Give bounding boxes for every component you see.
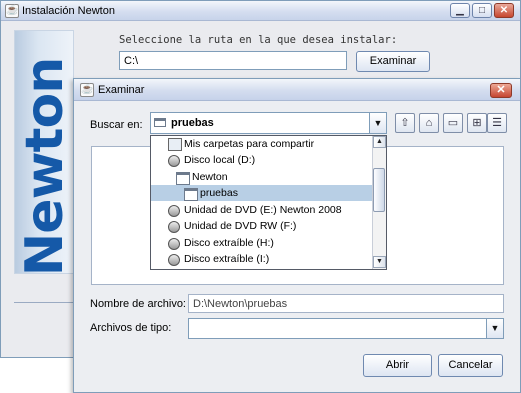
disk-icon [168, 254, 180, 266]
file-name-input[interactable] [188, 294, 504, 313]
java-cup-icon: ☕ [5, 4, 19, 18]
folder-icon [154, 118, 166, 127]
list-item-label: Disco extraíble (I:) [184, 253, 270, 265]
look-in-dropdown: Mis carpetas para compartir Disco local … [150, 135, 387, 270]
java-cup-icon: ☕ [80, 83, 94, 97]
disk-icon [168, 155, 180, 167]
look-in-value: pruebas [171, 117, 214, 129]
cancel-button[interactable]: Cancelar [438, 354, 503, 377]
dialog-title-bar[interactable]: ☕ Examinar ✕ [74, 79, 520, 101]
list-item-label: Unidad de DVD RW (F:) [184, 220, 297, 232]
install-path-prompt: Seleccione la ruta en la que desea insta… [119, 34, 398, 46]
dialog-title: Examinar [98, 84, 145, 96]
browse-dialog: ☕ Examinar ✕ Buscar en: pruebas ▼ ⇧ ⌂ ▭ … [73, 78, 521, 393]
list-item[interactable]: Unidad de DVD RW (F:) [151, 218, 372, 234]
scroll-down-icon[interactable]: ▼ [373, 256, 386, 268]
banner-logo-text: Newton [15, 57, 74, 274]
installer-title: Instalación Newton [22, 5, 115, 17]
list-item-label: Mis carpetas para compartir [184, 138, 315, 150]
file-type-label: Archivos de tipo: [90, 322, 172, 334]
maximize-icon[interactable]: □ [472, 3, 492, 18]
look-in-combo[interactable]: pruebas ▼ [150, 112, 387, 134]
disk-icon [168, 221, 180, 233]
folder-icon [184, 188, 198, 201]
folder-icon [176, 172, 190, 185]
list-item[interactable]: Disco extraíble (I:) [151, 251, 372, 267]
list-item-label: Unidad de DVD (E:) Newton 2008 [184, 204, 342, 216]
list-item-selected[interactable]: pruebas [151, 185, 372, 201]
disk-icon [168, 238, 180, 250]
list-item[interactable]: Mis carpetas para compartir [151, 136, 372, 152]
open-button[interactable]: Abrir [363, 354, 432, 377]
newton-banner: Newton [14, 30, 74, 274]
close-icon[interactable]: ✕ [494, 3, 514, 18]
details-view-icon[interactable]: ☰ [487, 113, 507, 133]
minimize-icon[interactable]: ▁ [450, 3, 470, 18]
dialog-close-icon[interactable]: ✕ [490, 83, 512, 98]
list-item-label: Disco extraíble (H:) [184, 237, 274, 249]
file-name-label: Nombre de archivo: [90, 298, 186, 310]
list-item[interactable]: Disco local (D:) [151, 152, 372, 168]
chevron-down-icon[interactable]: ▼ [369, 113, 386, 133]
list-item[interactable]: Newton [151, 169, 372, 185]
dropdown-scrollbar[interactable]: ▲ ▼ [372, 136, 386, 269]
scroll-up-icon[interactable]: ▲ [373, 136, 386, 148]
list-item-label: Disco local (D:) [184, 154, 256, 166]
look-in-label: Buscar en: [90, 119, 143, 131]
installer-title-bar[interactable]: ☕ Instalación Newton ▁ □ ✕ [1, 1, 520, 21]
list-item[interactable]: Disco extraíble (H:) [151, 235, 372, 251]
list-item[interactable]: Unidad de DVD (E:) Newton 2008 [151, 202, 372, 218]
disk-icon [168, 205, 180, 217]
home-icon[interactable]: ⌂ [419, 113, 439, 133]
browse-button[interactable]: Examinar [356, 51, 430, 72]
file-type-combo[interactable]: ▼ [188, 318, 504, 339]
install-path-input[interactable] [119, 51, 347, 70]
list-item-label: pruebas [200, 187, 238, 199]
list-view-icon[interactable]: ⊞ [467, 113, 487, 133]
new-folder-icon[interactable]: ▭ [443, 113, 463, 133]
divider [14, 302, 74, 303]
network-drive-icon [168, 138, 182, 151]
scroll-thumb[interactable] [373, 168, 385, 212]
up-folder-icon[interactable]: ⇧ [395, 113, 415, 133]
list-item-label: Newton [192, 171, 228, 183]
chevron-down-icon[interactable]: ▼ [486, 319, 503, 338]
